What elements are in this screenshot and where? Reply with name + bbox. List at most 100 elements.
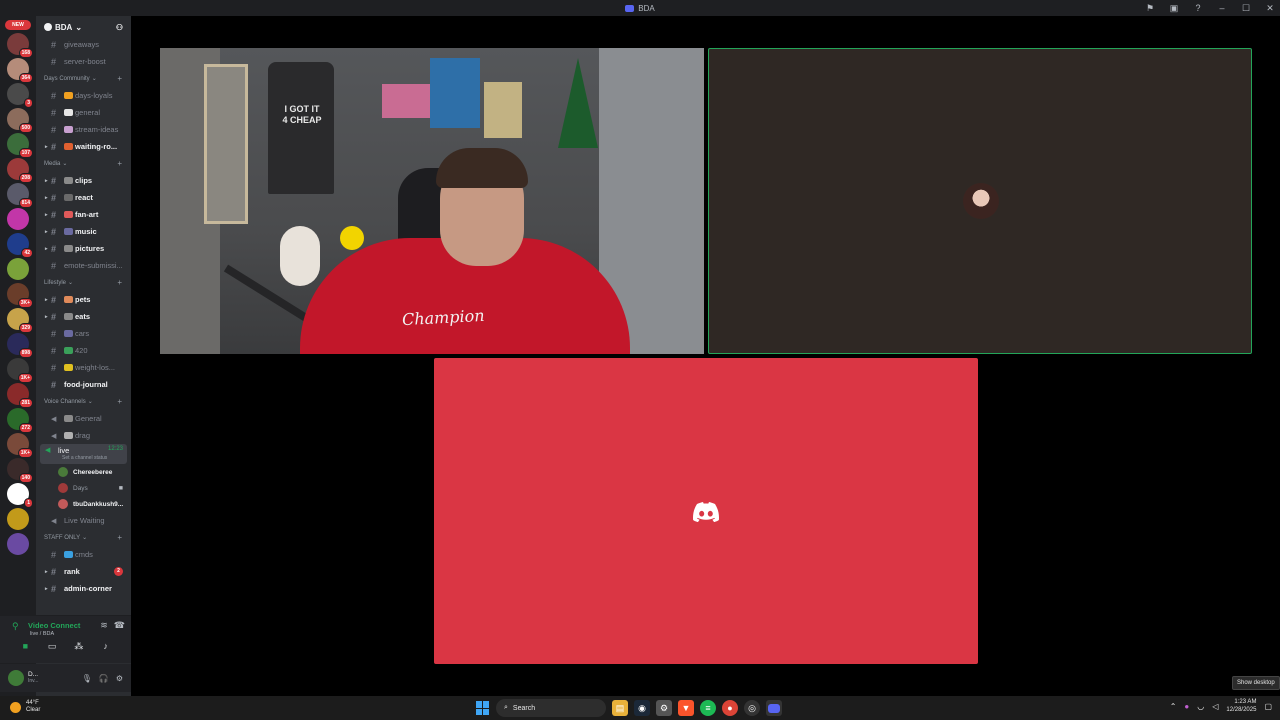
discord-taskbar-icon[interactable] (766, 700, 782, 716)
server-icon[interactable]: 140 (7, 458, 33, 483)
channel-item[interactable]: ▸ # music (36, 223, 131, 240)
server-icon[interactable]: 281 (7, 383, 33, 408)
add-member-icon[interactable]: ⚇ (116, 23, 123, 32)
screen-share-icon[interactable]: ▣ (1168, 3, 1180, 14)
add-channel-icon[interactable]: + (117, 533, 122, 542)
brave-browser-icon[interactable]: ▼ (678, 700, 694, 716)
server-icon[interactable]: 208 (7, 158, 33, 183)
category-header[interactable]: Lifestyle ⌄ + (36, 274, 131, 291)
minimize-button[interactable]: – (1216, 3, 1228, 13)
set-channel-status[interactable]: Set a channel status (62, 455, 107, 461)
chrome-icon[interactable]: ● (722, 700, 738, 716)
channel-item[interactable]: # days-loyals (36, 87, 131, 104)
spotify-icon[interactable]: ≡ (700, 700, 716, 716)
server-icon[interactable] (7, 208, 29, 230)
settings-gear-icon[interactable]: ⚙ (116, 674, 123, 683)
channel-item[interactable]: #420 (36, 342, 131, 359)
voice-channel-item[interactable]: ◀ Live Waiting (36, 512, 131, 529)
add-channel-icon[interactable]: + (117, 74, 122, 83)
participant-tile-no-video[interactable] (434, 358, 978, 664)
weather-widget[interactable]: 44°F Clear (10, 700, 40, 714)
help-icon[interactable]: ? (1192, 3, 1204, 13)
voice-channel-item[interactable]: ◀ drag (36, 427, 131, 444)
voice-channel-item[interactable]: ◀ General (36, 410, 131, 427)
maximize-button[interactable]: ☐ (1240, 3, 1252, 14)
channel-item[interactable]: # food-journal (36, 376, 131, 393)
channel-item[interactable]: ▸ # react (36, 189, 131, 206)
category-header[interactable]: Media ⌄ + (36, 155, 131, 172)
channel-item[interactable]: # general (36, 104, 131, 121)
channel-item[interactable]: # cmds (36, 546, 131, 563)
app-icon[interactable]: ⚙ (656, 700, 672, 716)
server-icon[interactable]: 1 (7, 483, 33, 508)
channel-item[interactable]: # stream-ideas (36, 121, 131, 138)
avatar[interactable] (8, 670, 24, 686)
voice-user[interactable]: Days ■ (36, 480, 131, 496)
server-icon[interactable]: 3K+ (7, 283, 33, 308)
clock[interactable]: 1:23 AM 12/28/2025 (1226, 698, 1256, 714)
channel-item[interactable]: ▸ # pictures (36, 240, 131, 257)
server-icon[interactable]: 1K+ (7, 433, 33, 458)
server-icon[interactable]: 329 (7, 308, 33, 333)
soundboard-button[interactable]: ♪ (97, 641, 115, 652)
steam-icon[interactable]: ◉ (634, 700, 650, 716)
server-icon[interactable]: 42 (7, 233, 33, 258)
server-icon[interactable]: 107 (7, 133, 33, 158)
windows-start-icon[interactable] (476, 701, 490, 715)
server-icon[interactable]: 898 (7, 333, 33, 358)
activities-button[interactable]: ⁂ (70, 641, 88, 652)
category-header[interactable]: Voice Channels ⌄ + (36, 393, 131, 410)
speaking-participant-tile[interactable] (708, 48, 1252, 354)
new-badge[interactable]: NEW (5, 20, 31, 30)
camera-button[interactable]: ■ (16, 641, 34, 652)
obs-icon[interactable]: ◎ (744, 700, 760, 716)
add-channel-icon[interactable]: + (117, 397, 122, 406)
add-channel-icon[interactable]: + (117, 159, 122, 168)
voice-user[interactable]: tbuDankkush9... (36, 496, 131, 512)
add-channel-icon[interactable]: + (117, 278, 122, 287)
active-voice-channel[interactable]: ◀ live 12:23 Set a channel status (40, 444, 127, 464)
server-icon[interactable]: 1K+ (7, 358, 33, 383)
mic-icon[interactable]: 🎙 (82, 674, 92, 683)
channel-item[interactable]: # emote-submissi... (36, 257, 131, 274)
channel-item[interactable]: ▸ # clips (36, 172, 131, 189)
inbox-icon[interactable]: ⚑ (1144, 3, 1156, 14)
channel-item[interactable]: ▸ # admin-corner (36, 580, 131, 597)
channel-item[interactable]: ▸ # pets (36, 291, 131, 308)
voice-user[interactable]: Chereeberee (36, 464, 131, 480)
server-icon[interactable] (7, 258, 29, 280)
mic-tray-icon[interactable]: ● (1184, 702, 1189, 711)
server-header[interactable]: BDA ⌄ ⚇ (36, 16, 131, 38)
server-icon[interactable] (7, 533, 29, 555)
chevron-up-icon[interactable]: ⌃ (1170, 702, 1177, 711)
webcam-video-tile[interactable]: I GOT IT 4 CHEAP Champion (160, 48, 704, 354)
user-name[interactable]: D... Inv... (28, 671, 38, 685)
channel-item[interactable]: ▸ # eats (36, 308, 131, 325)
server-icon[interactable]: 500 (7, 108, 33, 133)
wifi-icon[interactable]: ◡ (1197, 702, 1204, 711)
notification-icon[interactable]: ▢ (1264, 702, 1272, 711)
screen-share-button[interactable]: ▭ (43, 641, 61, 652)
channel-item[interactable]: ▸ # waiting-ro... (36, 138, 131, 155)
channel-item[interactable]: # server-boost (36, 53, 131, 70)
taskbar-search[interactable]: ⌕ Search (496, 699, 606, 717)
server-icon[interactable]: 168 (7, 33, 33, 58)
server-icon[interactable]: 3 (7, 83, 33, 108)
voice-status-title[interactable]: Video Connect (28, 621, 80, 630)
volume-icon[interactable]: ◁ (1212, 702, 1218, 711)
disconnect-icon[interactable]: ☎ (114, 620, 125, 631)
file-explorer-icon[interactable]: ▤ (612, 700, 628, 716)
channel-item[interactable]: ▸ # fan-art (36, 206, 131, 223)
headphones-icon[interactable]: 🎧 (99, 674, 109, 683)
channel-item[interactable]: # giveaways (36, 36, 131, 53)
channel-item[interactable]: # weight-los... (36, 359, 131, 376)
channel-item[interactable]: ▸ # rank 2 (36, 563, 131, 580)
server-icon[interactable] (7, 508, 29, 530)
close-button[interactable]: ✕ (1264, 3, 1276, 14)
server-icon[interactable]: 814 (7, 183, 33, 208)
category-header[interactable]: Days Community ⌄ + (36, 70, 131, 87)
server-icon[interactable]: 272 (7, 408, 33, 433)
noise-suppression-icon[interactable]: ≋ (100, 620, 108, 631)
channel-item[interactable]: # cars (36, 325, 131, 342)
server-icon[interactable]: 364 (7, 58, 33, 83)
